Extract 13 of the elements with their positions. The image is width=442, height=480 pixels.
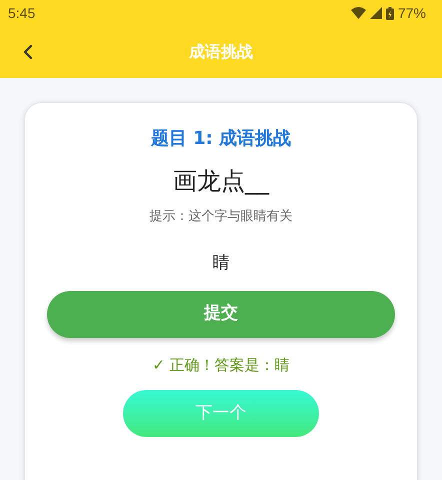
submit-button[interactable]: 提交 <box>47 290 395 338</box>
answer-field[interactable]: 睛 <box>121 248 321 276</box>
idiom-puzzle: 画龙点__ <box>173 166 269 197</box>
question-title: 题目 1: 成语挑战 <box>150 127 292 151</box>
feedback-message: ✓ 正确！答案是：睛 <box>152 354 290 376</box>
hint-text: 提示：这个字与眼睛有关 <box>150 208 292 226</box>
header-title: 成语挑战 <box>189 41 253 63</box>
wifi-icon <box>350 7 366 19</box>
battery-level: 77% <box>398 4 426 22</box>
status-time: 5:45 <box>8 4 36 22</box>
battery-icon <box>386 6 394 20</box>
signal-icon <box>370 7 382 19</box>
next-button[interactable]: 下一个 <box>123 390 319 437</box>
